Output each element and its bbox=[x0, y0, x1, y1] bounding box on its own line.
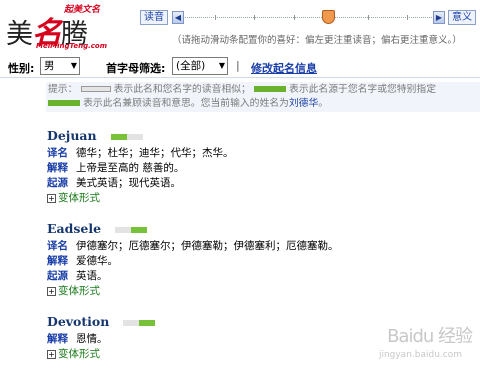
entry-name-row: Eadsele bbox=[47, 221, 467, 239]
baidu-watermark: Baidu 经验 bbox=[387, 326, 473, 347]
meaning-label: 意义 bbox=[448, 10, 476, 25]
legend-box: 提示： 表示此名和您名字的读音相似； 表示此名源于您名字或您特别指定 表示此名兼… bbox=[46, 82, 480, 112]
entry-field: 解释 上帝是至高的 慈善的。 bbox=[47, 162, 185, 174]
match-meter-fill bbox=[139, 319, 156, 326]
expand-plus-icon: + bbox=[47, 349, 56, 359]
similar-sound-bar-icon bbox=[80, 86, 111, 92]
expand-plus-icon: + bbox=[47, 286, 56, 296]
slider-tick bbox=[293, 15, 295, 20]
logo-url: MeiMingTeng.com bbox=[36, 42, 107, 50]
legend-line-1: 提示： 表示此名和您名字的读音相似； 表示此名源于您名字或您特别指定 bbox=[48, 84, 436, 95]
initial-select[interactable]: (全部) ▼ bbox=[172, 57, 228, 75]
slider-right-arrow-icon[interactable]: ▶ bbox=[433, 11, 445, 24]
entry-name-row: Dejuan bbox=[47, 128, 467, 146]
initial-filter-label: 首字母筛选: bbox=[106, 62, 166, 75]
expand-plus-icon: + bbox=[47, 193, 56, 203]
slider-tick bbox=[367, 15, 369, 20]
filter-bar: 性别: 男 ▼ 首字母筛选: (全部) ▼ | 修改起名信息 bbox=[0, 54, 480, 78]
match-meter bbox=[123, 319, 156, 326]
entry-field: 起源 美式英语；现代英语。 bbox=[47, 177, 181, 189]
legend-line-2: 表示此名兼顾读音和意思。您当前输入的姓名为刘德华。 bbox=[48, 97, 328, 111]
origin-bar-icon bbox=[253, 86, 286, 92]
slider-track[interactable] bbox=[185, 10, 432, 24]
entry-field: 解释 爱德华。 bbox=[47, 255, 118, 267]
name-entry: Dejuan 译名 德华；杜华；迪华；代华；杰华。 解释 上帝是至高的 慈善的。 起… bbox=[47, 128, 467, 206]
modify-info-link[interactable]: 修改起名信息 bbox=[251, 60, 317, 76]
preference-slider: 读音 ◀ ▶ 意义 bbox=[140, 8, 476, 28]
gender-select[interactable]: 男 ▼ bbox=[40, 57, 80, 75]
slider-hint: （请拖动滑动条配置你的喜好：偏左更注重读音；偏右更注重意义。） bbox=[172, 35, 462, 46]
current-name: 刘德华 bbox=[288, 98, 319, 109]
entry-name[interactable]: Dejuan bbox=[47, 128, 97, 143]
pronunciation-label: 读音 bbox=[140, 10, 168, 25]
slider-left-arrow-icon[interactable]: ◀ bbox=[172, 11, 184, 24]
site-logo[interactable]: 美名腾 起美文名 MeiMingTeng.com bbox=[6, 2, 136, 54]
slider-thumb[interactable] bbox=[322, 10, 336, 24]
gender-label: 性别: bbox=[8, 62, 35, 75]
both-bar-icon bbox=[48, 100, 80, 106]
name-entry: Eadsele 译名 伊德塞尔；厄德塞尔；伊德塞勒；伊德塞利；厄德塞勒。 解释 爱德… bbox=[47, 221, 467, 299]
dropdown-arrow-icon: ▼ bbox=[218, 61, 225, 70]
logo-tagline: 起美文名 bbox=[64, 5, 101, 15]
match-meter bbox=[115, 226, 148, 233]
match-meter-fill bbox=[110, 133, 127, 140]
slider-tick bbox=[407, 15, 409, 20]
baidu-watermark-url: jingyan.baidu.com bbox=[378, 350, 462, 360]
entry-name[interactable]: Devotion bbox=[47, 314, 109, 329]
match-meter-fill bbox=[131, 226, 148, 233]
match-meter bbox=[110, 133, 143, 140]
separator: | bbox=[236, 59, 240, 72]
entry-name[interactable]: Eadsele bbox=[47, 221, 101, 236]
slider-tick bbox=[214, 15, 216, 20]
entry-field: 译名 德华；杜华；迪华；代华；杰华。 bbox=[47, 147, 234, 159]
entry-field: 译名 伊德塞尔；厄德塞尔；伊德塞勒；伊德塞利；厄德塞勒。 bbox=[47, 240, 339, 252]
entry-field: 起源 英语。 bbox=[47, 270, 108, 282]
slider-tick bbox=[254, 15, 256, 20]
dropdown-arrow-icon: ▼ bbox=[70, 61, 77, 70]
variant-toggle[interactable]: + 变体形式 bbox=[47, 191, 467, 206]
variant-toggle[interactable]: + 变体形式 bbox=[47, 284, 467, 299]
